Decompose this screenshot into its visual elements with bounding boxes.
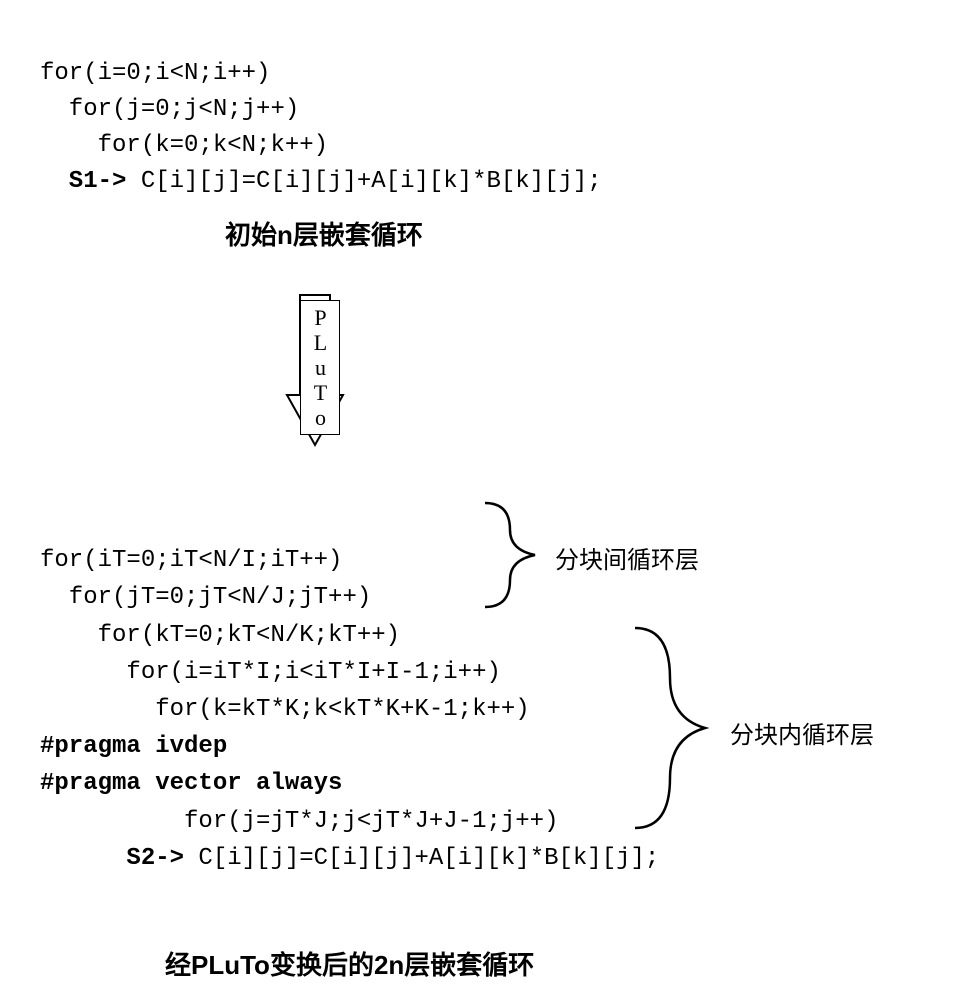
top-code-block: for(i=0;i<N;i++) for(j=0;j<N;j++) for(k=…	[40, 20, 602, 200]
code-line: for(k=0;k<N;k++)	[40, 132, 328, 159]
pragma-line: #pragma ivdep	[40, 733, 227, 760]
code-line: for(iT=0;iT<N/I;iT++)	[40, 547, 342, 574]
pragma-line: #pragma vector always	[40, 770, 342, 797]
code-line: for(i=iT*I;i<iT*I+I-1;i++)	[40, 659, 501, 686]
inner-loops-label: 分块内循环层	[730, 715, 874, 750]
arrow-label: PLuTo	[300, 300, 340, 435]
code-line: C[i][j]=C[i][j]+A[i][k]*B[k][j];	[184, 845, 659, 872]
bottom-caption: 经PLuTo变换后的2n层嵌套循环	[165, 945, 534, 982]
brace-inner-loops	[630, 618, 720, 843]
code-line: for(jT=0;jT<N/J;jT++)	[40, 584, 371, 611]
code-line: for(k=kT*K;k<kT*K+K-1;k++)	[40, 696, 530, 723]
code-line: C[i][j]=C[i][j]+A[i][k]*B[k][j];	[126, 168, 601, 195]
code-line: for(kT=0;kT<N/K;kT++)	[40, 622, 400, 649]
outer-loops-label: 分块间循环层	[555, 540, 699, 575]
top-caption: 初始n层嵌套循环	[225, 215, 423, 252]
code-line: for(i=0;i<N;i++)	[40, 60, 270, 87]
code-line: for(j=0;j<N;j++)	[40, 96, 299, 123]
statement-label: S2->	[40, 845, 184, 872]
code-line: for(j=jT*J;j<jT*J+J-1;j++)	[40, 808, 558, 835]
brace-outer-loops	[480, 495, 550, 620]
statement-label: S1->	[40, 168, 126, 195]
